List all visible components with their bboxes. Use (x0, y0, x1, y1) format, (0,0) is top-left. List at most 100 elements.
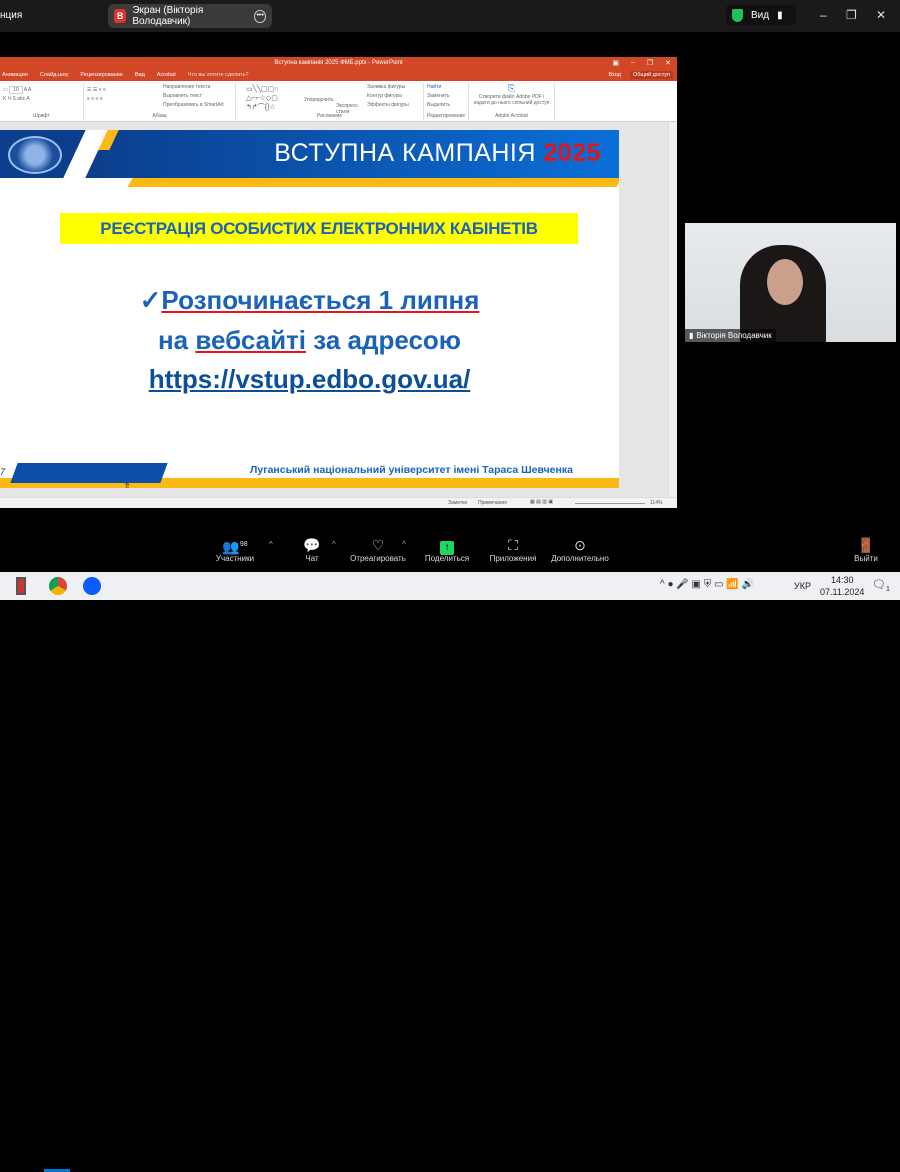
language-indicator[interactable]: УКР (794, 581, 811, 591)
header-year: 2025 (543, 139, 601, 167)
text-direction-button[interactable]: Направление текста (160, 83, 224, 92)
slide-number: 7 (0, 467, 6, 477)
share-button[interactable]: Общий доступ (630, 71, 673, 79)
powerpoint-window: Вступна кампанія 2025 ФМБ.pptx - PowerPo… (0, 57, 677, 508)
mouse-cursor-icon: ⇕ (123, 482, 132, 488)
adobe-pdf-icon: ⎘ (507, 83, 516, 93)
header-title-text: ВСТУПНА КАМПАНІЯ (274, 139, 536, 167)
encryption-shield-icon (732, 8, 743, 22)
window-title-fragment: нция (0, 10, 23, 21)
header-yellow-stripe (127, 178, 619, 187)
more-options-icon[interactable]: ••• (254, 9, 267, 23)
participant-label: ▮ Вікторія Володавчик (685, 329, 776, 342)
more-label: Дополнительно (551, 554, 609, 563)
participant-video[interactable]: ▮ Вікторія Володавчик (685, 223, 896, 342)
leave-door-icon: 🚪 (857, 537, 875, 553)
system-tray-icons[interactable]: ^ ● 🎤 ▣ ⛨ ▭ 📶 🔊 (660, 579, 754, 590)
replace-button[interactable]: Заменить (424, 92, 468, 101)
select-button[interactable]: Выделить (424, 101, 468, 110)
react-caret-icon[interactable]: ^ (402, 540, 406, 549)
tab-view[interactable]: Вид (135, 72, 145, 78)
shapes-gallery[interactable]: ▭╲╲▢▢○ △⌐⌐☆◇▢ ↰↱⌒{}☆ (246, 85, 279, 112)
clock-time[interactable]: 14:30 (831, 575, 854, 585)
tell-me-input[interactable]: Что вы хотите сделать? (188, 72, 249, 78)
ppt-close[interactable]: ✕ (665, 59, 671, 67)
font-group-label: Шрифт (33, 113, 50, 119)
align-text-button[interactable]: Выровнять текст (160, 92, 224, 101)
website-line-suffix: за адресою (306, 325, 462, 355)
slide-header-title: ВСТУПНА КАМПАНІЯ 2025 (274, 139, 601, 168)
footer-university-name: Луганський національний університет імен… (250, 464, 573, 476)
apps-icon: ⛶ (508, 537, 518, 553)
chat-button[interactable]: 💬 Чат (296, 536, 328, 563)
website-word: вебсайті (195, 325, 307, 355)
view-mode-icons[interactable]: ▦ ▤ ▥ ▣ (530, 499, 553, 505)
start-date-text: Розпочинається 1 липня (161, 285, 480, 315)
share-tab-label: Экран (Вікторія Володавчик) (132, 5, 204, 27)
react-button[interactable]: ♡ Отреагировать (346, 536, 410, 563)
website-line: на вебсайті за адресою (0, 325, 619, 356)
react-label: Отреагировать (350, 554, 406, 563)
close-button[interactable]: ✕ (876, 8, 886, 22)
start-date-line: ✓Розпочинається 1 липня (0, 285, 619, 316)
view-button[interactable]: Вид ▮ (726, 5, 796, 25)
ribbon-options-icon[interactable]: ▣ (612, 59, 619, 67)
presenter-avatar: В (114, 9, 127, 23)
paragraph-group-label: Абзац (152, 113, 167, 119)
font-size-box[interactable]: 10 (9, 86, 23, 94)
arrange-button[interactable]: Упорядочить (304, 97, 334, 103)
sign-in-link[interactable]: Вход (609, 72, 621, 78)
vertical-scrollbar[interactable] (668, 122, 677, 497)
comments-button[interactable]: Примечания (478, 500, 507, 506)
share-screen-button[interactable]: ↑ Поделиться (420, 536, 474, 563)
chrome-icon[interactable] (49, 577, 67, 595)
zoom-level[interactable]: 114% (650, 500, 662, 506)
drawing-group-label: Рисование (316, 113, 343, 119)
windows-taskbar: ^ ● 🎤 ▣ ⛨ ▭ 📶 🔊 УКР 14:30 07.11.2024 🗨1 (0, 572, 900, 1172)
leave-label: Выйти (854, 554, 878, 563)
notes-button[interactable]: Заметки (448, 500, 467, 506)
ppt-title: Вступна кампанія 2025 ФМБ.pptx - PowerPo… (274, 60, 403, 66)
screen-share-tab[interactable]: В Экран (Вікторія Володавчик) ••• (108, 4, 272, 28)
highlight-heading: РЕЄСТРАЦІЯ ОСОБИСТИХ ЕЛЕКТРОННИХ КАБІНЕТ… (60, 213, 578, 244)
tab-slideshow[interactable]: Слайд-шоу (40, 72, 69, 78)
find-button[interactable]: Найти (424, 83, 468, 92)
shape-outline-button[interactable]: Контур фигуры (364, 92, 409, 101)
minimize-button[interactable]: – (820, 8, 827, 22)
shape-fill-button[interactable]: Заливка фигуры (364, 83, 409, 92)
meeting-toolbar: 👥98 Участники ^ 💬 Чат ^ ♡ Отреагировать ^ ↑… (0, 532, 900, 572)
participants-button[interactable]: 👥98 Участники (210, 536, 260, 563)
participant-face (767, 259, 803, 305)
maximize-button[interactable]: ❐ (846, 8, 857, 22)
slide: ВСТУПНА КАМПАНІЯ 2025 РЕЄСТРАЦІЯ ОСОБИСТ… (0, 130, 619, 488)
shape-effects-button[interactable]: Эффекты фигуры (364, 101, 409, 110)
ppt-minimize[interactable]: – (631, 59, 635, 67)
tab-animation[interactable]: Анимация (2, 72, 28, 78)
create-pdf-button[interactable]: Створити файл Adobe PDF і надати до ньог… (469, 94, 554, 106)
ribbon: ▭ 10 A AK Ч S abc A Шрифт Направление тек… (0, 81, 677, 122)
notification-count: 1 (885, 586, 890, 594)
participants-caret-icon[interactable]: ^ (269, 540, 273, 549)
chat-label: Чат (305, 554, 319, 563)
more-button[interactable]: ⊙ Дополнительно (545, 536, 615, 563)
heart-icon: ♡ (371, 537, 385, 553)
apps-button[interactable]: ⛶ Приложения (484, 536, 542, 563)
notifications-icon[interactable]: 🗨1 (872, 578, 890, 593)
participant-name: Вікторія Володавчик (696, 331, 772, 340)
tab-review[interactable]: Рецензирование (80, 72, 122, 78)
ppt-maximize[interactable]: ❐ (647, 59, 653, 67)
website-line-prefix: на (157, 325, 196, 355)
chat-caret-icon[interactable]: ^ (332, 540, 336, 549)
chat-icon: 💬 (303, 537, 321, 553)
smartart-button[interactable]: Преобразовать в SmartArt (160, 101, 224, 110)
clock-date[interactable]: 07.11.2024 (820, 587, 864, 597)
view-icon: ▮ (777, 9, 783, 21)
participants-count: 98 (239, 541, 248, 548)
zoom-app-icon[interactable] (83, 577, 101, 595)
tab-acrobat[interactable]: Acrobat (157, 72, 176, 78)
app-icon-red[interactable] (16, 577, 26, 595)
leave-button[interactable]: 🚪 Выйти (848, 536, 884, 563)
zoom-title-bar: нция В Экран (Вікторія Володавчик) ••• В… (0, 0, 900, 32)
url-link[interactable]: https://vstup.edbo.gov.ua/ (0, 364, 619, 395)
zoom-slider[interactable] (575, 503, 645, 504)
